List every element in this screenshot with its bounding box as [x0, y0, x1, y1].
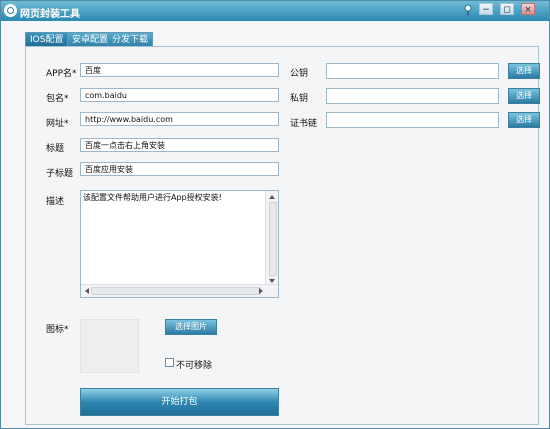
scroll-left-arrow-icon[interactable]	[85, 288, 89, 294]
public-key-select-button[interactable]: 选择	[508, 63, 540, 79]
horizontal-scrollbar[interactable]	[81, 284, 278, 297]
pick-image-button[interactable]: 选择图片	[165, 319, 217, 335]
scroll-right-arrow-icon[interactable]	[259, 288, 263, 294]
private-key-label: 私钥	[290, 94, 309, 104]
package-input[interactable]: com.baidu	[80, 88, 279, 102]
cert-chain-select-button[interactable]: 选择	[508, 112, 540, 128]
title-bar[interactable]: 网页封装工具 − ◻ ×	[1, 1, 549, 21]
app-logo-icon	[4, 4, 17, 17]
subtitle-label: 子标题	[46, 169, 74, 179]
private-key-input[interactable]	[326, 88, 499, 104]
url-label: 网址*	[46, 119, 69, 129]
restore-button[interactable]: ◻	[500, 3, 514, 15]
app-name-input[interactable]: 百度	[80, 63, 279, 77]
description-textarea[interactable]: 该配置文件帮助用户进行App授权安装!	[80, 190, 279, 298]
app-name-label: APP名*	[46, 69, 77, 79]
private-key-select-button[interactable]: 选择	[508, 88, 540, 104]
icon-label: 图标*	[46, 325, 69, 335]
title-label: 标题	[46, 144, 65, 154]
subtitle-input[interactable]: 百度应用安装	[80, 162, 279, 176]
description-text: 该配置文件帮助用户进行App授权安装!	[83, 193, 222, 202]
public-key-input[interactable]	[326, 63, 499, 79]
vertical-scroll-thumb[interactable]	[269, 202, 277, 276]
scroll-up-arrow-icon[interactable]	[269, 195, 275, 199]
vertical-scrollbar[interactable]	[265, 191, 278, 287]
horizontal-scroll-thumb[interactable]	[91, 287, 261, 295]
description-label: 描述	[46, 197, 65, 207]
scroll-down-arrow-icon[interactable]	[269, 279, 275, 283]
pin-icon[interactable]	[463, 4, 473, 16]
start-pack-button[interactable]: 开始打包	[80, 388, 279, 416]
app-window: 网页封装工具 − ◻ × IOS配置 安卓配置 分发下载 APP名* 百度 包名…	[0, 0, 550, 429]
non-removable-checkbox[interactable]	[165, 358, 174, 367]
public-key-label: 公钥	[290, 69, 309, 79]
package-label: 包名*	[46, 94, 69, 104]
cert-chain-input[interactable]	[326, 112, 499, 128]
title-input[interactable]: 百度一点击右上角安装	[80, 138, 279, 152]
cert-chain-label: 证书链	[290, 119, 318, 129]
non-removable-label: 不可移除	[176, 361, 213, 371]
icon-preview	[80, 319, 139, 373]
minimize-button[interactable]: −	[479, 3, 493, 15]
url-input[interactable]: http://www.baidu.com	[80, 112, 279, 126]
close-button[interactable]: ×	[521, 3, 535, 15]
window-title: 网页封装工具	[20, 9, 80, 20]
